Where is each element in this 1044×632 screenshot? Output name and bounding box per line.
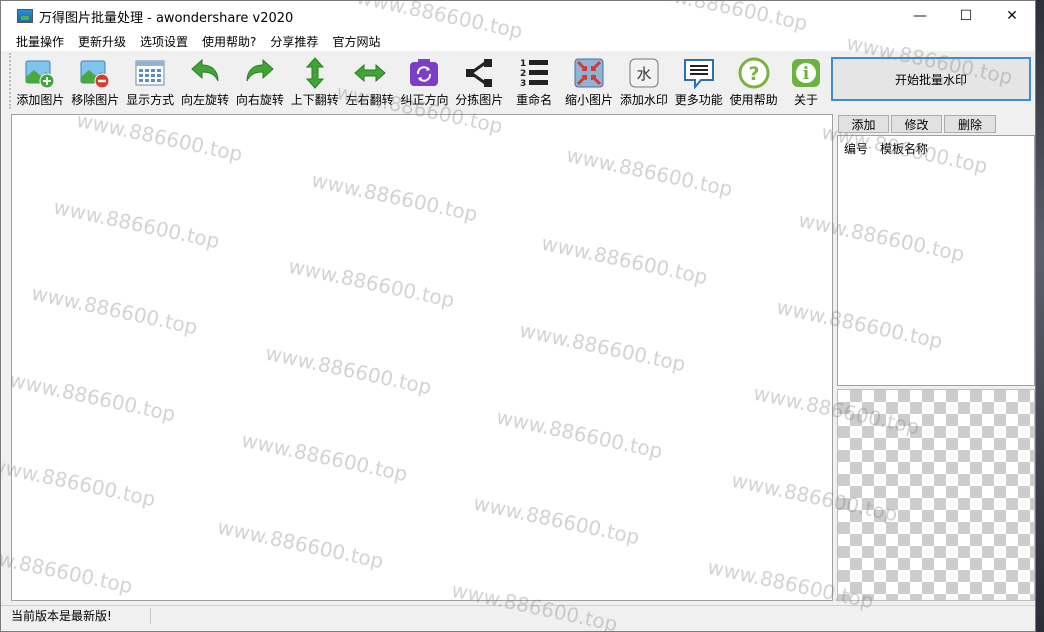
shrink-image-button[interactable]: 缩小图片 (562, 53, 617, 109)
more-features-icon (683, 57, 715, 89)
menu-share[interactable]: 分享推荐 (263, 33, 325, 50)
toolbar: 添加图片 移除图片 显示方式 向左旋转 向右旋转 上下翻转 左右翻转 纠正方向 … (9, 53, 831, 109)
watermark-glyph: 水 (636, 65, 651, 83)
add-image-button[interactable]: 添加图片 (13, 53, 68, 109)
flip-horizontal-icon (353, 57, 386, 89)
minimize-button[interactable]: — (897, 1, 943, 31)
tool-label: 使用帮助 (729, 93, 778, 107)
display-mode-button[interactable]: 显示方式 (123, 53, 178, 109)
tool-label: 上下翻转 (290, 93, 339, 107)
flip-horizontal-button[interactable]: 左右翻转 (342, 53, 397, 109)
tool-label: 向左旋转 (181, 93, 230, 107)
rename-number-3: 3 (520, 79, 526, 89)
tool-label: 添加水印 (619, 93, 668, 107)
watermark-preview (837, 389, 1035, 601)
tool-label: 显示方式 (126, 93, 175, 107)
tool-label: 添加图片 (16, 93, 65, 107)
column-header-template-name[interactable]: 模板名称 (880, 140, 928, 157)
template-buttons: 添加 修改 删除 (838, 115, 996, 133)
about-button[interactable]: i 关于 (781, 53, 831, 109)
help-button[interactable]: ? 使用帮助 (726, 53, 781, 109)
desktop-background (1036, 0, 1044, 632)
status-bar: 当前版本是最新版! (1, 605, 1035, 625)
help-glyph: ? (748, 63, 759, 85)
tool-label: 分拣图片 (455, 93, 504, 107)
rotate-left-button[interactable]: 向左旋转 (178, 53, 233, 109)
menu-website[interactable]: 官方网站 (325, 33, 387, 50)
shrink-image-icon (573, 57, 605, 89)
tool-label: 关于 (793, 93, 818, 107)
rename-number-1: 1 (520, 59, 526, 69)
flip-vertical-button[interactable]: 上下翻转 (287, 53, 342, 109)
add-image-icon (24, 57, 56, 89)
tool-label: 更多功能 (674, 93, 723, 107)
rotate-left-icon (189, 57, 221, 89)
title-bar: 万得图片批量处理 - awondershare v2020 — ☐ ✕ (1, 1, 1035, 31)
sort-images-icon (463, 57, 495, 89)
help-icon: ? (738, 57, 770, 89)
correct-orientation-button[interactable]: 纠正方向 (397, 53, 452, 109)
watermark-icon: 水 (628, 57, 660, 89)
more-features-button[interactable]: 更多功能 (671, 53, 726, 109)
tool-label: 重命名 (516, 93, 553, 107)
remove-image-button[interactable]: 移除图片 (68, 53, 123, 109)
correct-orientation-icon (408, 57, 440, 89)
menu-help[interactable]: 使用帮助? (195, 33, 263, 50)
tool-label: 纠正方向 (400, 93, 449, 107)
template-list[interactable]: 编号 模板名称 (837, 135, 1035, 386)
rename-number-2: 2 (520, 69, 526, 79)
rename-icon: 123 (518, 57, 550, 89)
tool-label: 左右翻转 (345, 93, 394, 107)
menu-options[interactable]: 选项设置 (133, 33, 195, 50)
window-title: 万得图片批量处理 - awondershare v2020 (39, 10, 294, 26)
maximize-button[interactable]: ☐ (943, 1, 989, 31)
display-mode-icon (134, 57, 166, 89)
about-icon: i (790, 57, 822, 89)
add-watermark-button[interactable]: 水 添加水印 (616, 53, 671, 109)
rotate-right-button[interactable]: 向右旋转 (232, 53, 287, 109)
about-glyph: i (803, 64, 810, 84)
menu-batch-ops[interactable]: 批量操作 (9, 33, 71, 50)
rotate-right-icon (244, 57, 276, 89)
status-text: 当前版本是最新版! (1, 607, 151, 624)
app-window: 万得图片批量处理 - awondershare v2020 — ☐ ✕ 批量操作… (0, 0, 1036, 632)
menu-bar: 批量操作 更新升级 选项设置 使用帮助? 分享推荐 官方网站 (1, 31, 1035, 51)
sort-images-button[interactable]: 分拣图片 (452, 53, 507, 109)
window-controls: — ☐ ✕ (897, 1, 1035, 31)
template-delete-button[interactable]: 删除 (944, 115, 996, 133)
remove-image-icon (79, 57, 111, 89)
start-batch-watermark-button[interactable]: 开始批量水印 (831, 57, 1031, 101)
template-list-header: 编号 模板名称 (838, 136, 1034, 161)
template-add-button[interactable]: 添加 (838, 115, 889, 133)
column-header-number[interactable]: 编号 (844, 140, 868, 157)
flip-vertical-icon (299, 57, 331, 89)
menu-update[interactable]: 更新升级 (71, 33, 133, 50)
template-edit-button[interactable]: 修改 (891, 115, 942, 133)
close-button[interactable]: ✕ (989, 1, 1035, 31)
rename-button[interactable]: 123 重命名 (507, 53, 562, 109)
tool-label: 缩小图片 (565, 93, 614, 107)
app-icon (17, 9, 33, 23)
image-list-area[interactable] (11, 114, 833, 601)
tool-label: 移除图片 (71, 93, 120, 107)
tool-label: 向右旋转 (235, 93, 284, 107)
